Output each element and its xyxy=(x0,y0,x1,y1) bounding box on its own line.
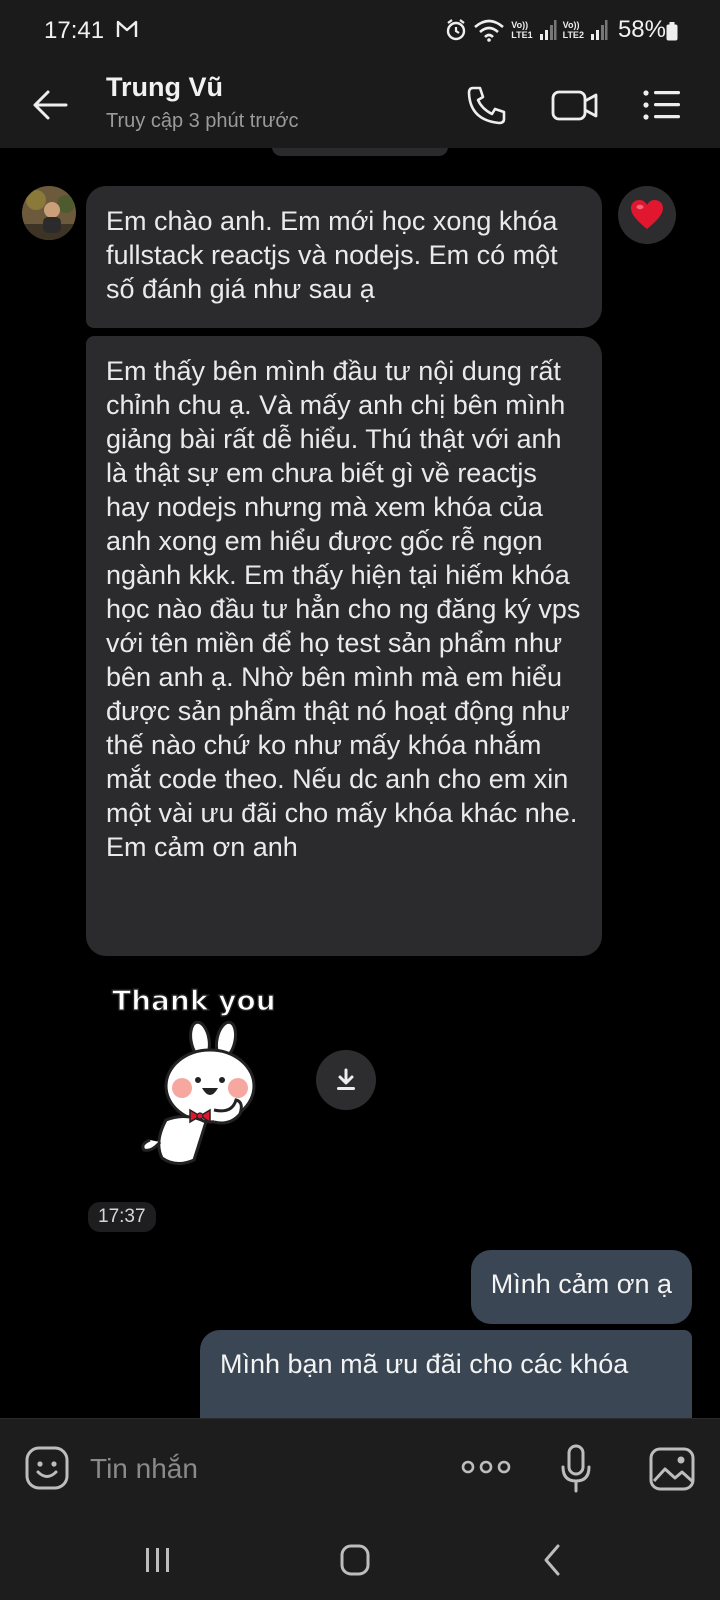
battery-percent: 58% xyxy=(617,16,666,43)
battery-icon xyxy=(666,22,678,41)
chat-header: Trung Vũ Truy cập 3 phút trước xyxy=(0,60,720,149)
incoming-message-2[interactable]: Em thấy bên mình đầu tư nội dung rất chỉ… xyxy=(86,336,602,956)
microphone-icon[interactable] xyxy=(560,1443,592,1495)
gmail-notification-icon xyxy=(116,20,138,37)
incoming-message-1[interactable]: Em chào anh. Em mới học xong khóa fullst… xyxy=(86,186,602,328)
download-button[interactable] xyxy=(316,1050,376,1110)
message-list[interactable]: Em chào anh. Em mới học xong khóa fullst… xyxy=(0,148,720,1418)
sim1-label: Vo)) LTE1 xyxy=(511,20,532,40)
video-call-icon[interactable] xyxy=(550,82,600,128)
volte-label-2: Vo)) xyxy=(562,20,580,30)
outgoing-message-1[interactable]: Mình cảm ơn ạ xyxy=(470,1250,692,1324)
phone-icon[interactable] xyxy=(464,82,510,128)
message-timestamp: 17:37 xyxy=(88,1202,156,1232)
recent-apps-icon[interactable] xyxy=(138,1542,178,1578)
more-options-icon[interactable] xyxy=(460,1453,512,1481)
sticker-text: Thank you xyxy=(112,984,276,1017)
thank-you-sticker[interactable]: Thank you xyxy=(110,982,290,1172)
sim2-label: Vo)) LTE2 xyxy=(563,20,584,40)
volte-label-1: Vo)) xyxy=(511,20,529,30)
lte2-label: LTE2 xyxy=(562,30,584,40)
back-arrow-icon[interactable] xyxy=(30,85,70,125)
heart-icon xyxy=(631,200,663,229)
status-time: 17:41 xyxy=(44,17,105,44)
avatar-photo xyxy=(22,186,76,240)
menu-list-icon[interactable] xyxy=(640,82,684,128)
lte1-label: LTE1 xyxy=(511,30,533,40)
sticker-emoji-icon[interactable] xyxy=(24,1445,70,1491)
signal-2-icon xyxy=(590,20,608,40)
previous-message-edge xyxy=(272,148,448,156)
wifi-icon xyxy=(474,19,505,42)
heart-reaction[interactable] xyxy=(618,186,676,244)
avatar[interactable] xyxy=(22,186,76,240)
gallery-image-icon[interactable] xyxy=(648,1445,696,1493)
contact-name[interactable]: Trung Vũ xyxy=(106,72,223,103)
bunny-sticker-image: Thank you xyxy=(111,983,276,1165)
home-icon[interactable] xyxy=(334,1542,374,1578)
status-indicators: Vo)) LTE1 Vo)) LTE2 58% xyxy=(445,16,666,44)
status-bar: 17:41 Vo)) LTE1 Vo)) LTE2 58% xyxy=(0,0,720,60)
signal-1-icon xyxy=(539,20,557,40)
download-icon xyxy=(337,1068,355,1090)
message-input[interactable] xyxy=(88,1447,392,1491)
outgoing-message-2[interactable]: Mình bạn mã ưu đãi cho các khóa xyxy=(200,1330,692,1418)
presence-status: Truy cập 3 phút trước xyxy=(106,110,299,132)
back-nav-icon[interactable] xyxy=(534,1542,574,1578)
system-navigation-bar xyxy=(0,1518,720,1600)
alarm-icon xyxy=(447,19,466,41)
composer-bar xyxy=(0,1418,720,1519)
